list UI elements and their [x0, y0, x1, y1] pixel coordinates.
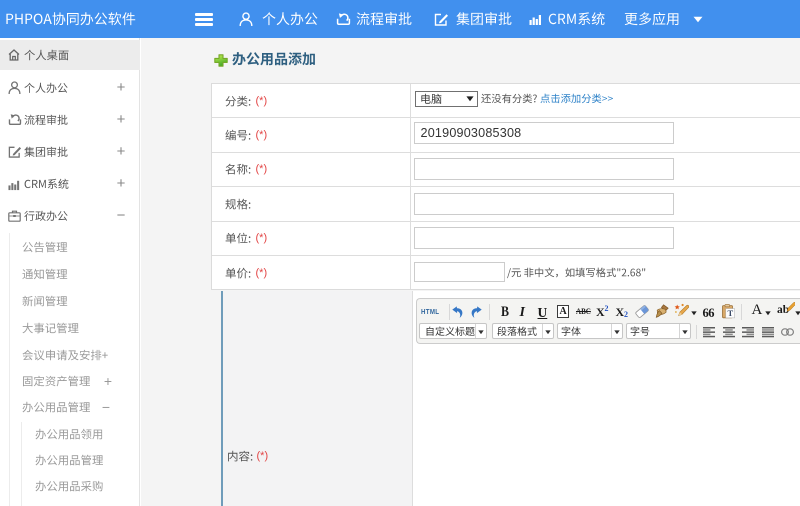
svg-text:T: T — [727, 307, 733, 317]
